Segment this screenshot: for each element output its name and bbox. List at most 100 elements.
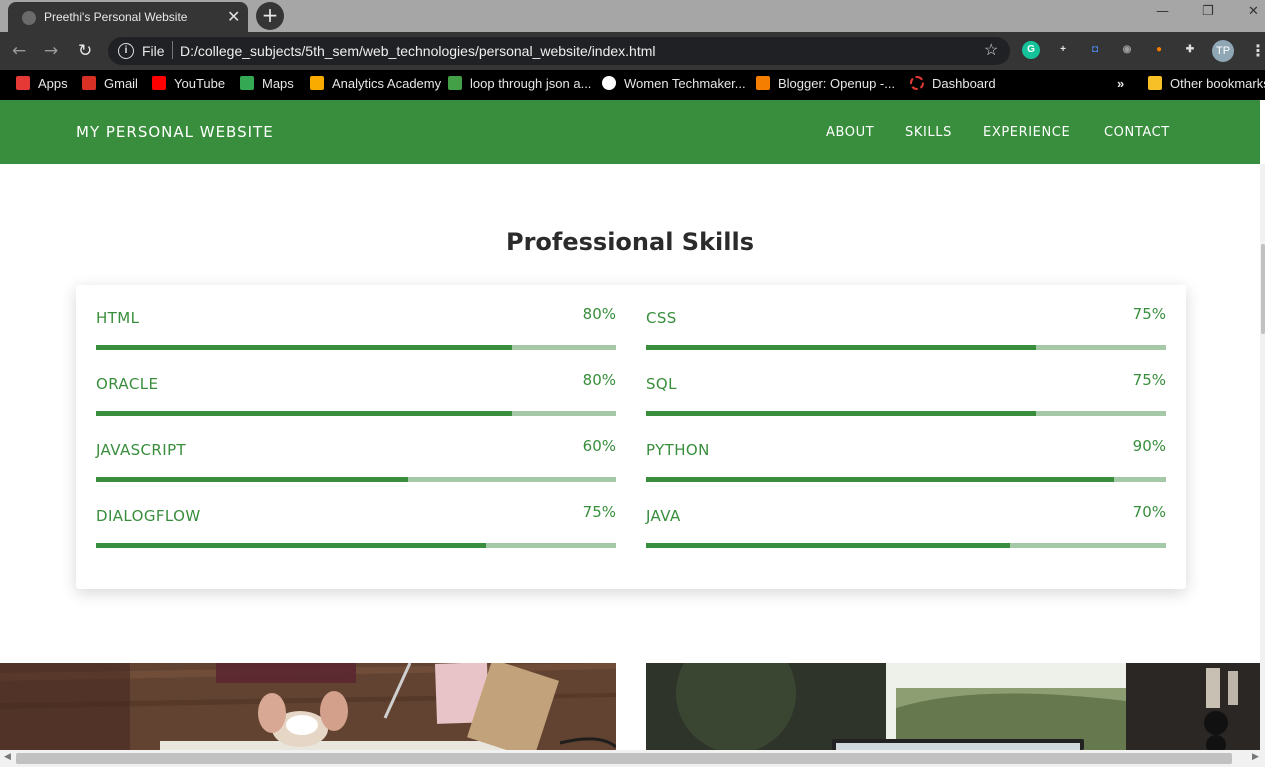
window-close-icon[interactable]: ✕ bbox=[1248, 4, 1259, 19]
skill-progress-fill bbox=[96, 411, 512, 416]
tab-close-icon[interactable]: ✕ bbox=[227, 7, 240, 27]
bookmarks-overflow-icon[interactable]: » bbox=[1117, 76, 1124, 91]
address-separator bbox=[172, 41, 173, 59]
browser-menu-icon[interactable]: ⋮ bbox=[1250, 41, 1265, 60]
skills-card: HTML 80% CSS 75% ORACLE 80% SQL 75% JAVASCRIPT 60… bbox=[76, 285, 1186, 589]
minimize-icon[interactable]: — bbox=[1156, 4, 1169, 19]
blogger-icon bbox=[756, 76, 770, 90]
bookmark-maps[interactable]: Maps bbox=[240, 76, 294, 91]
skill-name: SQL bbox=[646, 375, 677, 393]
new-tab-button[interactable]: + bbox=[256, 2, 284, 30]
bookmark-loop-through-json-a[interactable]: loop through json a... bbox=[448, 76, 591, 91]
restore-icon[interactable]: ❐ bbox=[1202, 4, 1214, 19]
url-text[interactable]: D:/college_subjects/5th_sem/web_technolo… bbox=[180, 43, 656, 59]
bookmark-label: Dashboard bbox=[932, 76, 996, 91]
grammarly-icon[interactable]: G bbox=[1022, 41, 1040, 59]
skill-javascript: JAVASCRIPT 60% bbox=[96, 417, 616, 483]
skill-progress-track bbox=[96, 543, 616, 548]
skill-progress-fill bbox=[646, 477, 1114, 482]
skill-percent: 75% bbox=[582, 503, 616, 521]
skill-name: HTML bbox=[96, 309, 140, 327]
reload-icon[interactable]: ↻ bbox=[78, 41, 92, 61]
bookmark-label: Blogger: Openup -... bbox=[778, 76, 896, 91]
desk-photo-image bbox=[0, 663, 616, 750]
site-info-icon[interactable]: i bbox=[118, 43, 134, 59]
skill-name: CSS bbox=[646, 309, 677, 327]
youtube-icon bbox=[152, 76, 166, 90]
skills-section: Professional Skills HTML 80% CSS 75% ORACLE 8… bbox=[0, 164, 1260, 750]
section-heading: Professional Skills bbox=[506, 228, 754, 256]
scroll-left-icon[interactable]: ◀ bbox=[4, 752, 11, 762]
active-tab[interactable]: Preethi's Personal Website ✕ bbox=[8, 2, 248, 32]
bookmark-label: Gmail bbox=[104, 76, 138, 91]
workspace-photo-image bbox=[646, 663, 1260, 750]
favicon-icon bbox=[22, 11, 36, 25]
skill-percent: 70% bbox=[1132, 503, 1166, 521]
bookmark-apps[interactable]: Apps bbox=[16, 76, 68, 91]
nav-link-about[interactable]: ABOUT bbox=[826, 125, 874, 140]
skill-percent: 60% bbox=[582, 437, 616, 455]
apps-grid-icon bbox=[16, 76, 30, 90]
extension-blue-icon[interactable]: ◘ bbox=[1086, 41, 1104, 59]
horizontal-scroll-thumb[interactable] bbox=[16, 753, 1232, 764]
skill-name: DIALOGFLOW bbox=[96, 507, 201, 525]
skill-progress-fill bbox=[96, 543, 486, 548]
skill-progress-track bbox=[96, 477, 616, 482]
tab-strip: Preethi's Personal Website ✕ + — ❐ ✕ bbox=[0, 0, 1265, 32]
site-brand[interactable]: MY PERSONAL WEBSITE bbox=[76, 123, 274, 141]
puzzle-icon[interactable]: ✚ bbox=[1181, 41, 1199, 59]
bookmark-analytics-academy[interactable]: Analytics Academy bbox=[310, 76, 441, 91]
profile-avatar[interactable]: TP bbox=[1212, 40, 1234, 62]
skill-progress-track bbox=[646, 345, 1166, 350]
skill-sql: SQL 75% bbox=[646, 351, 1166, 417]
url-scheme: File bbox=[142, 43, 165, 59]
skill-progress-fill bbox=[646, 543, 1010, 548]
extension-orange-icon[interactable]: ● bbox=[1150, 41, 1168, 59]
skill-name: ORACLE bbox=[96, 375, 159, 393]
address-bar[interactable]: i File D:/college_subjects/5th_sem/web_t… bbox=[108, 37, 1010, 65]
scroll-right-icon[interactable]: ▶ bbox=[1252, 752, 1259, 762]
skill-oracle: ORACLE 80% bbox=[96, 351, 616, 417]
bookmark-label: Analytics Academy bbox=[332, 76, 442, 91]
nav-link-experience[interactable]: EXPERIENCE bbox=[983, 125, 1070, 140]
skill-progress-fill bbox=[96, 345, 512, 350]
extension-plus-icon[interactable]: + bbox=[1054, 41, 1072, 59]
bookmarks-bar: Apps Gmail YouTube Maps Analytics Academy loo… bbox=[0, 70, 1265, 100]
bookmark-label: YouTube bbox=[174, 76, 226, 91]
skill-name: JAVASCRIPT bbox=[96, 441, 187, 459]
nav-link-contact[interactable]: CONTACT bbox=[1104, 125, 1170, 140]
bookmark-label: loop through json a... bbox=[470, 76, 592, 91]
other-bookmarks[interactable]: Other bookmarks bbox=[1148, 76, 1265, 91]
skill-percent: 75% bbox=[1132, 305, 1166, 323]
folder-icon bbox=[1148, 76, 1162, 90]
bookmark-youtube[interactable]: YouTube bbox=[152, 76, 225, 91]
bookmark-dashboard[interactable]: Dashboard bbox=[910, 76, 996, 91]
skill-progress-track bbox=[96, 345, 616, 350]
bookmark-blogger-openup[interactable]: Blogger: Openup -... bbox=[756, 76, 895, 91]
skill-dialogflow: DIALOGFLOW 75% bbox=[96, 483, 616, 549]
bookmark-label: Apps bbox=[38, 76, 68, 91]
analytics-icon bbox=[310, 76, 324, 90]
skill-html: HTML 80% bbox=[96, 285, 616, 351]
nav-link-skills[interactable]: SKILLS bbox=[905, 125, 952, 140]
bookmark-gmail[interactable]: Gmail bbox=[82, 76, 138, 91]
loop-icon bbox=[448, 76, 462, 90]
tab-title: Preethi's Personal Website bbox=[44, 10, 188, 24]
skill-java: JAVA 70% bbox=[646, 483, 1166, 549]
dashboard-icon bbox=[910, 76, 924, 90]
site-navbar: MY PERSONAL WEBSITE ABOUT SKILLS EXPERIE… bbox=[0, 100, 1260, 164]
bookmark-label: Women Techmaker... bbox=[624, 76, 746, 91]
bookmark-women-techmaker[interactable]: Women Techmaker... bbox=[602, 76, 746, 91]
skill-progress-fill bbox=[646, 345, 1036, 350]
skill-percent: 80% bbox=[582, 371, 616, 389]
back-icon[interactable]: ← bbox=[12, 41, 26, 61]
skill-progress-track bbox=[96, 411, 616, 416]
vertical-scroll-thumb[interactable] bbox=[1261, 244, 1265, 334]
skill-css: CSS 75% bbox=[646, 285, 1166, 351]
camera-icon[interactable]: ◉ bbox=[1118, 41, 1136, 59]
skill-percent: 75% bbox=[1132, 371, 1166, 389]
forward-icon[interactable]: → bbox=[44, 41, 58, 61]
bookmark-star-icon[interactable]: ☆ bbox=[984, 40, 998, 60]
skill-progress-track bbox=[646, 411, 1166, 416]
skill-name: PYTHON bbox=[646, 441, 710, 459]
